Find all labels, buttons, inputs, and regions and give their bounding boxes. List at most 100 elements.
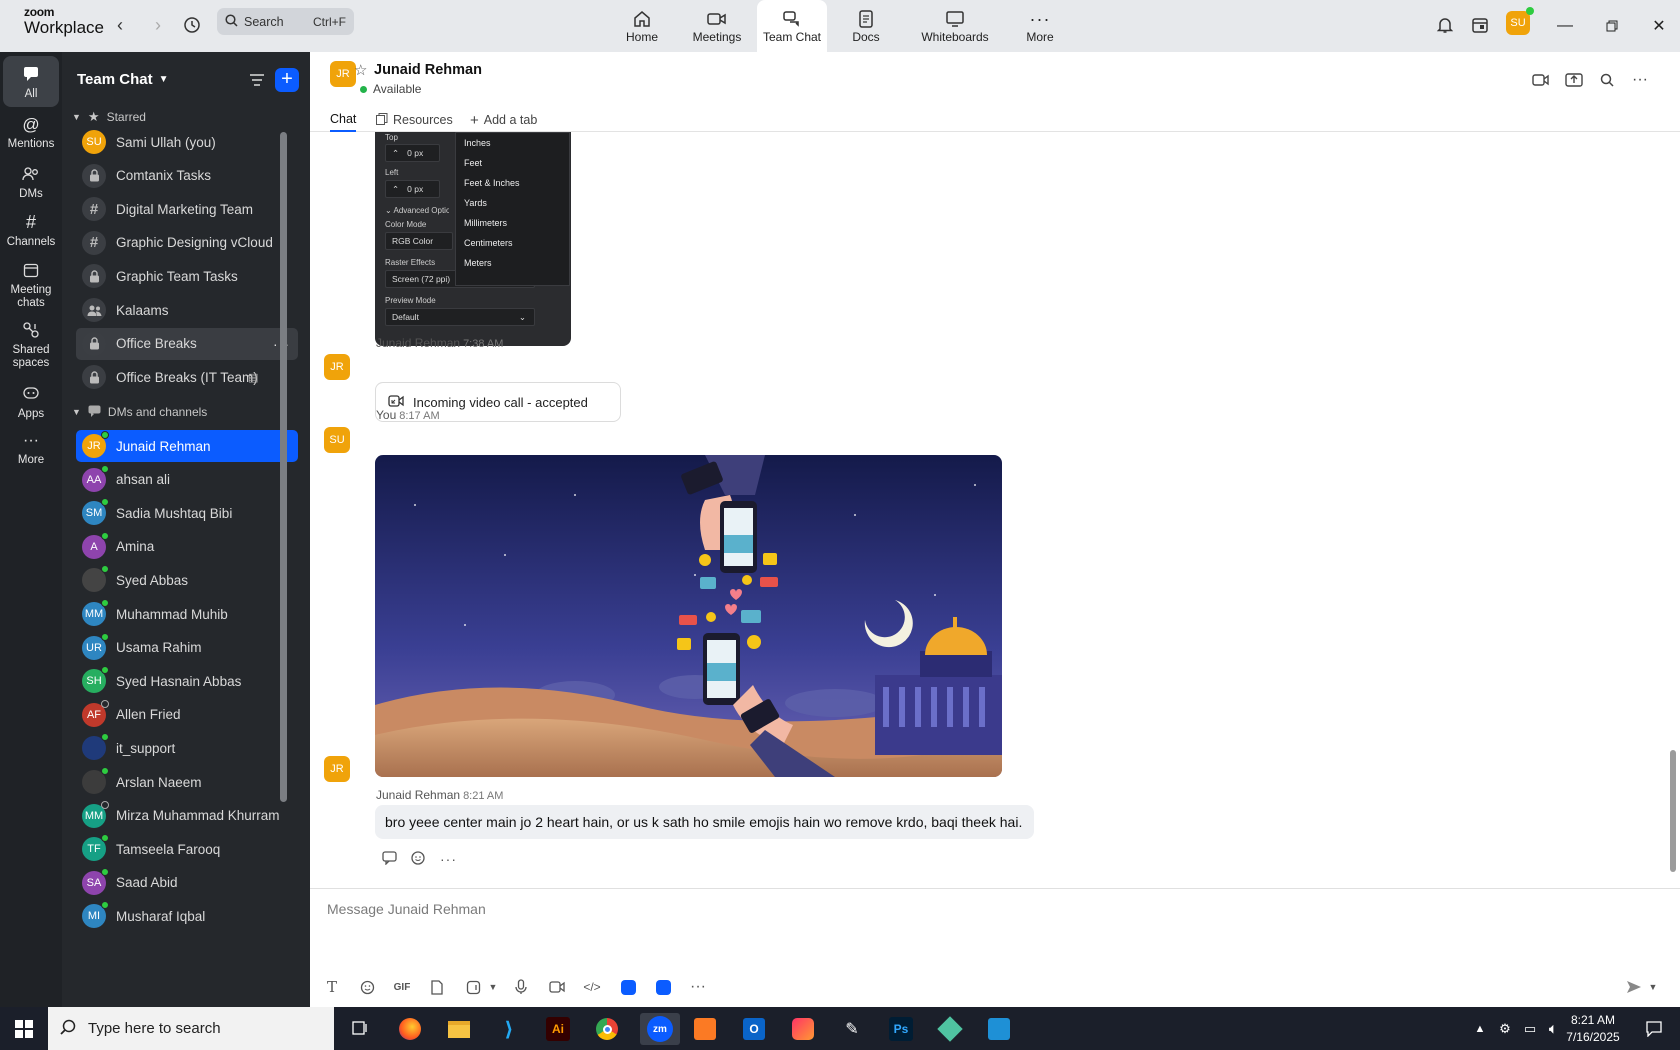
creative-cloud-icon[interactable] [787, 1013, 819, 1045]
contact-name[interactable]: Junaid Rehman [374, 62, 482, 78]
minimize-button[interactable]: — [1551, 12, 1579, 40]
emoji-reaction-icon[interactable] [411, 850, 426, 868]
taskbar-search[interactable]: Type here to search [48, 1007, 334, 1050]
video-call-icon[interactable] [1529, 68, 1553, 92]
dm-item[interactable]: SH Syed Hasnain Abbas [76, 665, 298, 697]
search-input[interactable]: Search Ctrl+F [217, 8, 354, 35]
dm-item[interactable]: AA ahsan ali [76, 464, 298, 496]
meeting-app-icon[interactable] [652, 976, 674, 998]
rail-all[interactable]: All [3, 56, 59, 107]
forward-icon[interactable]: › [146, 13, 170, 37]
notification-icon[interactable] [1638, 1013, 1670, 1045]
nav-home[interactable]: Home [612, 0, 672, 52]
settings-screenshot-image[interactable]: Top ⌃0 px Left ⌃0 px ⌄ Advanced Options … [375, 132, 571, 346]
starred-item[interactable]: SU Sami Ullah (you) [76, 126, 298, 158]
screenshot-icon[interactable] [462, 976, 484, 998]
nav-meetings[interactable]: Meetings [682, 0, 752, 52]
dm-item[interactable]: Syed Abbas [76, 564, 298, 596]
nav-team-chat[interactable]: Team Chat [757, 0, 827, 52]
xampp-icon[interactable] [689, 1013, 721, 1045]
firefox-icon[interactable] [394, 1013, 426, 1045]
reply-icon[interactable] [382, 850, 397, 868]
sender-avatar[interactable]: SU [324, 427, 350, 453]
dm-item[interactable]: JR Junaid Rehman [76, 430, 298, 462]
dm-item[interactable]: MM Mirza Muhammad Khurram [76, 800, 298, 832]
vscode-icon[interactable]: ⟩ [493, 1013, 525, 1045]
starred-item[interactable]: Kalaams [76, 294, 298, 326]
dm-item[interactable]: MI Musharaf Iqbal [76, 900, 298, 932]
composer-placeholder[interactable]: Message Junaid Rehman [327, 901, 486, 917]
team-chat-title[interactable]: Team Chat ▼ [77, 71, 168, 88]
history-icon[interactable] [180, 13, 204, 37]
maximize-button[interactable] [1598, 12, 1626, 40]
dm-item[interactable]: it_support [76, 732, 298, 764]
emoji-icon[interactable] [356, 976, 378, 998]
message-bubble[interactable]: bro yeee center main jo 2 heart hain, or… [375, 805, 1035, 839]
chat-scrollbar[interactable] [1670, 750, 1676, 872]
star-icon[interactable]: ☆ [354, 61, 367, 79]
chrome-icon[interactable] [591, 1013, 623, 1045]
starred-section-header[interactable]: ▼ ★ Starred [72, 106, 302, 128]
more-tools-icon[interactable]: ··· [687, 976, 709, 998]
sender-avatar[interactable]: JR [324, 756, 350, 782]
dm-item[interactable]: TF Tamseela Farooq [76, 833, 298, 865]
gif-icon[interactable]: GIF [391, 976, 413, 998]
dm-item[interactable]: SM Sadia Mushtaq Bibi [76, 497, 298, 529]
app-icon[interactable] [617, 976, 639, 998]
dm-item[interactable]: SA Saad Abid [76, 867, 298, 899]
format-text-icon[interactable]: T [321, 976, 343, 998]
starred-item[interactable]: Office Breaks··· [76, 327, 298, 360]
more-options-icon[interactable]: ··· [1628, 68, 1652, 92]
rail-shared-spaces[interactable]: Shared spaces [3, 318, 59, 370]
code-snippet-icon[interactable]: </> [581, 976, 603, 998]
chevron-down-icon[interactable]: ▼ [482, 976, 504, 998]
task-view-icon[interactable] [344, 1013, 376, 1045]
back-icon[interactable]: ‹ [108, 13, 132, 37]
starred-item[interactable]: # Graphic Designing vCloud [76, 227, 298, 259]
starred-item[interactable]: # Digital Marketing Team [76, 193, 298, 225]
tab-chat[interactable]: Chat [330, 108, 357, 132]
contact-avatar[interactable]: JR [330, 61, 356, 87]
filter-icon[interactable] [245, 68, 269, 92]
starred-item[interactable]: Graphic Team Tasks [76, 260, 298, 292]
dm-item[interactable]: UR Usama Rahim [76, 632, 298, 664]
photos-icon[interactable] [983, 1013, 1015, 1045]
search-icon[interactable] [1595, 68, 1619, 92]
zoom-taskbar-icon[interactable]: zm [640, 1013, 680, 1045]
nav-more[interactable]: ··· More [1010, 0, 1070, 52]
microphone-icon[interactable] [510, 976, 532, 998]
windows-start-icon[interactable] [8, 1013, 40, 1045]
dm-item[interactable]: MM Muhammad Muhib [76, 598, 298, 630]
starred-item[interactable]: Office Breaks (IT Team) ▤ [76, 361, 298, 393]
bell-icon[interactable] [1433, 13, 1457, 37]
rail-apps[interactable]: Apps [3, 382, 59, 421]
tab-add[interactable]: + Add a tab [470, 108, 537, 132]
dm-item[interactable]: A Amina [76, 531, 298, 563]
photoshop-icon[interactable]: Ps [885, 1013, 917, 1045]
sidebar-scrollbar[interactable] [280, 132, 287, 802]
file-explorer-icon[interactable] [443, 1013, 475, 1045]
rail-channels[interactable]: # Channels [3, 210, 59, 249]
message-composer[interactable]: Message Junaid Rehman T GIF ▼ </> ··· ▼ [310, 888, 1680, 1007]
app-diamond-icon[interactable] [934, 1013, 966, 1045]
new-chat-button[interactable]: + [275, 68, 299, 92]
illustrator-icon[interactable]: Ai [542, 1013, 574, 1045]
rail-dms[interactable]: DMs [3, 162, 59, 201]
dms-section-header[interactable]: ▼ DMs and channels [72, 401, 302, 423]
rail-meeting-chats[interactable]: Meeting chats [3, 258, 59, 310]
dm-item[interactable]: AF Allen Fried [76, 699, 298, 731]
nav-whiteboards[interactable]: Whiteboards [910, 0, 1000, 52]
close-button[interactable]: ✕ [1645, 12, 1673, 40]
rail-more[interactable]: ··· More [3, 428, 59, 467]
pen-tool-icon[interactable]: ✎ [836, 1013, 868, 1045]
calendar-icon[interactable] [1468, 13, 1492, 37]
system-clock[interactable]: 8:21 AM 7/16/2025 [1553, 1012, 1633, 1046]
user-avatar[interactable]: SU [1506, 7, 1534, 35]
shared-illustration-image[interactable] [375, 455, 1002, 777]
starred-item[interactable]: Comtanix Tasks [76, 160, 298, 192]
chevron-down-icon[interactable]: ▼ [1642, 976, 1664, 998]
tab-resources[interactable]: Resources [376, 108, 453, 132]
nav-docs[interactable]: Docs [836, 0, 896, 52]
outlook-icon[interactable]: O [738, 1013, 770, 1045]
dm-item[interactable]: Arslan Naeem [76, 766, 298, 798]
